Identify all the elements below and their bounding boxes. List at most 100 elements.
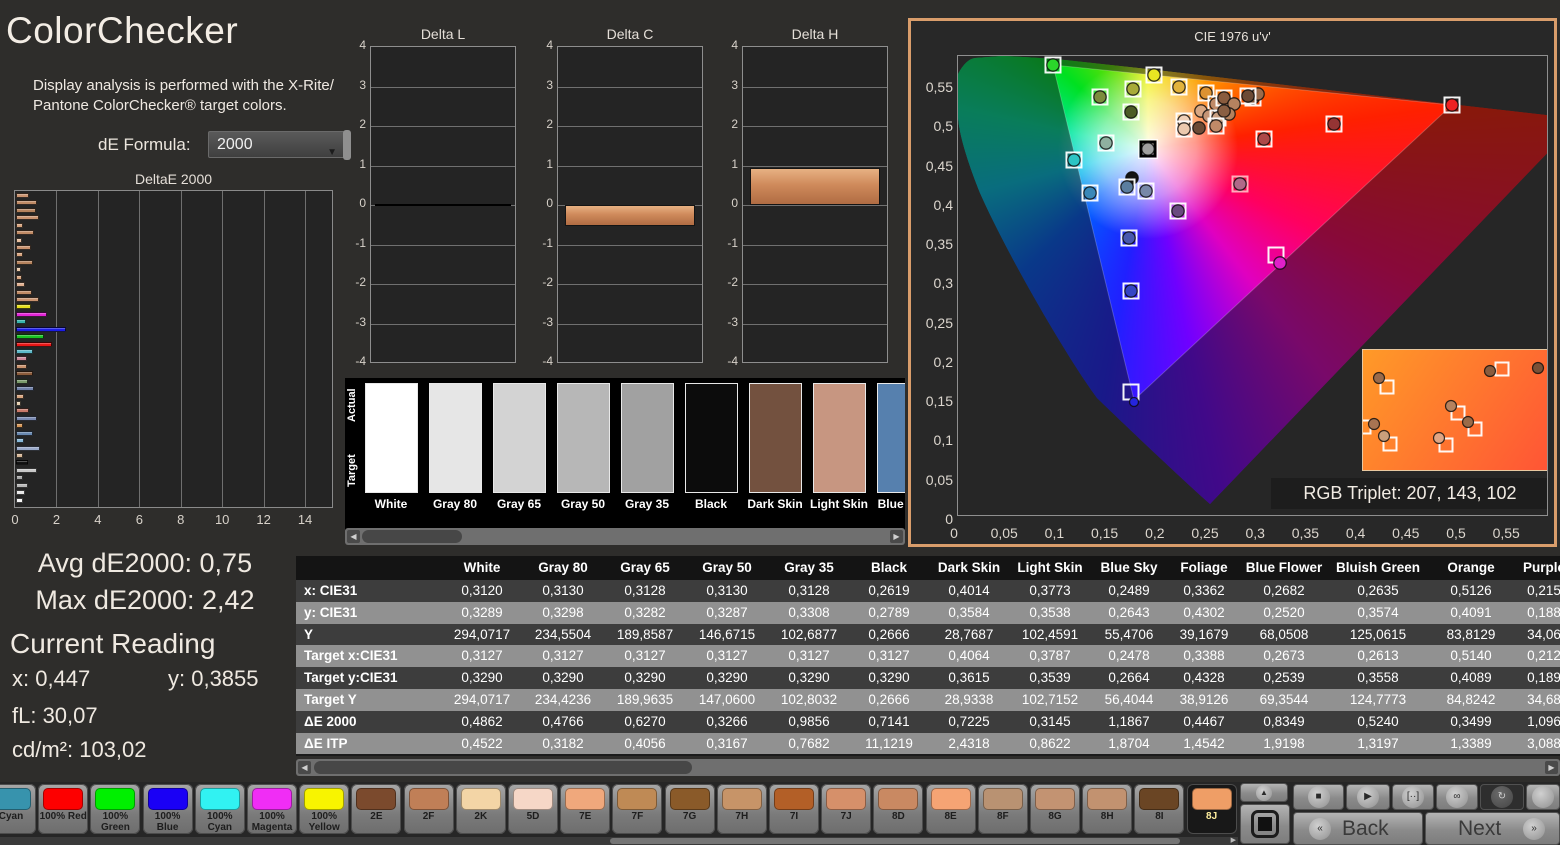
- axis-tick-label: 0,45: [1392, 525, 1420, 541]
- table-cell: 1,3389: [1450, 735, 1492, 751]
- patch-tab-2e[interactable]: 2E: [351, 784, 402, 834]
- deltae-bar: [16, 297, 39, 302]
- patch-tab-8g[interactable]: 8G: [1030, 784, 1080, 834]
- measured-point-marker: [1367, 417, 1381, 431]
- pattern-window-button[interactable]: [1240, 804, 1290, 844]
- blank-circle-icon: [1532, 786, 1554, 808]
- record-button[interactable]: [1526, 784, 1560, 810]
- table-cell: 0,3290: [788, 670, 830, 686]
- continuous-measure-button[interactable]: ∞: [1436, 784, 1478, 810]
- table-cell: 0,4302: [1183, 604, 1225, 620]
- scroll-right-icon[interactable]: ▶: [1545, 761, 1558, 774]
- tab-scrollbar-thumb[interactable]: [610, 838, 1180, 844]
- row-label-cell: y: CIE31: [304, 604, 358, 620]
- stop-button[interactable]: ■: [1293, 784, 1344, 810]
- deltae-bar: [16, 438, 25, 444]
- patch-tab-8d[interactable]: 8D: [873, 784, 924, 834]
- patch-tab-8j[interactable]: 8J: [1186, 784, 1237, 834]
- table-cell: 0,3615: [948, 670, 990, 686]
- patch-tab-100-yellow[interactable]: 100% Yellow: [299, 784, 350, 834]
- axis-tick-label: 4: [359, 38, 366, 52]
- patch-tab-label: 2F: [422, 811, 435, 822]
- swatch-strip-scrollbar[interactable]: ◀ ▶: [345, 528, 905, 545]
- patch-swatch-label: Gray 50: [560, 497, 606, 511]
- reading-x: x: 0,447: [12, 666, 91, 691]
- deltae-bar: [16, 207, 36, 213]
- cie-title: CIE 1976 u'v': [1194, 29, 1271, 44]
- table-cell: 1,8704: [1108, 735, 1150, 751]
- axis-tick-label: 0,2: [1145, 525, 1165, 541]
- patch-swatch: [749, 383, 802, 493]
- patch-tab-label: 7G: [682, 811, 697, 822]
- patch-tab-8e[interactable]: 8E: [925, 784, 976, 834]
- patch-tab-7i[interactable]: 7I: [769, 784, 819, 834]
- patch-tab-8h[interactable]: 8H: [1082, 784, 1133, 834]
- patch-tab-8f[interactable]: 8F: [977, 784, 1028, 834]
- patch-tab-100-green[interactable]: 100% Green: [90, 784, 141, 834]
- axis-tick-label: -3: [727, 314, 738, 329]
- table-row: Y 294,0717 234,5504 189,8587 146,6715 102,687…: [296, 623, 1560, 646]
- table-scrollbar-thumb[interactable]: [314, 761, 692, 774]
- axis-tick-label: 1: [546, 156, 553, 171]
- table-cell: 0,2664: [1108, 670, 1150, 686]
- scroll-right-icon[interactable]: ▶: [1231, 837, 1236, 845]
- axis-tick-label: 0,45: [925, 157, 953, 174]
- patch-tab-2k[interactable]: 2K: [455, 784, 506, 834]
- scroll-right-icon[interactable]: ▶: [890, 530, 903, 543]
- patch-color-swatch: [147, 788, 188, 810]
- patch-tab-100-magenta[interactable]: 100% Magenta: [247, 784, 297, 834]
- mini-chart-plot: [557, 46, 703, 363]
- patch-color-swatch: [1035, 788, 1075, 810]
- loop-measure-button[interactable]: ↻: [1480, 784, 1524, 810]
- de-formula-dropdown[interactable]: 2000 ▼: [208, 131, 345, 158]
- patch-tab-7f[interactable]: 7F: [612, 784, 663, 834]
- table-cell: 0,2478: [1108, 648, 1150, 664]
- reading-cdm2: cd/m²: 103,02: [12, 737, 147, 762]
- patch-tab-cyan[interactable]: Cyan: [0, 784, 36, 834]
- measured-point-marker: [1273, 256, 1287, 270]
- scroll-left-icon[interactable]: ◀: [347, 530, 360, 543]
- table-cell: Bluish Green: [1335, 560, 1421, 575]
- patch-tab-100-red[interactable]: 100% Red: [38, 784, 89, 834]
- patch-tab-8i[interactable]: 8I: [1134, 784, 1185, 834]
- table-cell: 0,7141: [868, 713, 910, 729]
- table-cell: 0,3266: [706, 713, 748, 729]
- patch-swatch-label: Black: [694, 497, 728, 511]
- scroll-up-button[interactable]: ▲: [1240, 783, 1288, 802]
- delta-value-bar: [750, 167, 880, 205]
- patch-swatch: [493, 383, 546, 493]
- patch-tab-7h[interactable]: 7H: [716, 784, 767, 834]
- swatch-scrollbar-thumb[interactable]: [362, 530, 462, 543]
- axis-tick-label: 3: [546, 77, 553, 92]
- patch-swatch: [877, 383, 905, 493]
- patch-tab-100-cyan[interactable]: 100% Cyan: [194, 784, 245, 834]
- tab-bar-scrollbar[interactable]: ▶: [0, 837, 1238, 845]
- table-cell: 0,6270: [624, 713, 666, 729]
- table-cell: 28,7687: [944, 626, 994, 642]
- patch-tab-100-blue[interactable]: 100% Blue: [142, 784, 193, 834]
- table-row: x: CIE31 0,3120 0,3130 0,3128 0,3130 0,3128 0,…: [296, 580, 1560, 602]
- patch-tab-7j[interactable]: 7J: [821, 784, 872, 834]
- row-label-cell: x: CIE31: [304, 583, 358, 598]
- table-cell: 0,4056: [624, 735, 666, 751]
- play-button[interactable]: ▶: [1346, 784, 1390, 810]
- reading-y: y: 0,3855: [168, 666, 259, 691]
- loop-icon: ↻: [1491, 786, 1513, 808]
- table-scrollbar[interactable]: ◀ ▶: [296, 759, 1560, 776]
- table-cell: Blue Sky: [1100, 560, 1158, 575]
- next-button[interactable]: Next »: [1425, 812, 1560, 845]
- next-label: Next: [1458, 817, 1502, 840]
- patch-color-swatch: [1087, 788, 1128, 810]
- patch-tab-5d[interactable]: 5D: [508, 784, 558, 834]
- measured-point-marker: [1046, 58, 1060, 72]
- table-row: Target x:CIE31 0,3127 0,3127 0,3127 0,3127 0,…: [296, 645, 1560, 668]
- patch-tab-7g[interactable]: 7G: [664, 784, 715, 834]
- scroll-left-icon[interactable]: ◀: [298, 761, 311, 774]
- patch-tab-7e[interactable]: 7E: [560, 784, 611, 834]
- frame-advance-button[interactable]: [··]: [1392, 784, 1434, 810]
- patch-tab-2f[interactable]: 2F: [403, 784, 454, 834]
- row-label-cell: Target Y: [304, 692, 357, 707]
- patch-tab-label: 8I: [1155, 811, 1164, 822]
- back-button[interactable]: « Back: [1293, 812, 1423, 845]
- axis-tick-label: 14: [297, 512, 313, 527]
